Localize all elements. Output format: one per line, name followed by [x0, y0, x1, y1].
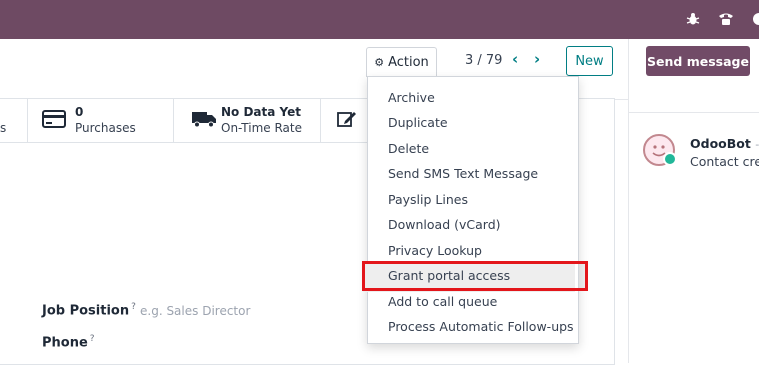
help-icon[interactable]: ?	[90, 334, 95, 344]
top-navbar	[0, 0, 759, 39]
menu-item-archive[interactable]: Archive	[388, 90, 435, 105]
online-status-icon	[663, 152, 677, 166]
truck-icon	[191, 110, 216, 128]
gear-icon: ⚙	[374, 56, 385, 69]
message-author: OdooBot - 2	[690, 136, 759, 151]
purchases-label: Purchases	[75, 121, 136, 135]
stat-label: s	[0, 121, 7, 135]
pager-value[interactable]: 3 / 79	[465, 53, 502, 68]
menu-item-delete[interactable]: Delete	[388, 141, 429, 156]
menu-item-grant-portal-access[interactable]: Grant portal access	[388, 268, 510, 283]
menu-item-send-sms[interactable]: Send SMS Text Message	[388, 166, 538, 181]
on-time-rate-value: No Data Yet	[221, 105, 301, 119]
menu-item-download-vcard[interactable]: Download (vCard)	[388, 217, 501, 232]
menu-item-duplicate[interactable]: Duplicate	[388, 115, 448, 130]
job-position-input[interactable]: e.g. Sales Director	[140, 304, 250, 318]
action-label: Action	[388, 55, 429, 70]
avatar[interactable]	[643, 134, 677, 166]
stat-button-edit[interactable]	[321, 98, 367, 143]
stat-button-partial[interactable]: s	[0, 98, 28, 143]
action-dropdown-menu: Archive Duplicate Delete Send SMS Text M…	[363, 76, 579, 344]
message-body: Contact crea	[690, 154, 759, 169]
job-position-label: Job Position?	[42, 302, 136, 318]
chat-icon[interactable]	[748, 10, 759, 28]
help-icon[interactable]: ?	[131, 302, 136, 312]
menu-item-process-follow-ups[interactable]: Process Automatic Follow-ups	[388, 319, 574, 334]
previous-record-icon[interactable]: ‹	[512, 50, 518, 68]
on-time-rate-label: On-Time Rate	[221, 121, 302, 135]
bug-icon[interactable]	[684, 10, 702, 28]
chatter-panel	[628, 39, 759, 363]
menu-item-privacy-lookup[interactable]: Privacy Lookup	[388, 243, 482, 258]
stat-button-purchases[interactable]: 0 Purchases	[28, 98, 174, 143]
new-button[interactable]: New	[566, 46, 613, 76]
menu-item-payslip-lines[interactable]: Payslip Lines	[388, 192, 468, 207]
phone-label-text: Phone	[42, 335, 88, 351]
stat-button-on-time-rate[interactable]: No Data Yet On-Time Rate	[174, 98, 321, 143]
phone-label: Phone?	[42, 334, 95, 350]
phone-icon[interactable]	[717, 10, 735, 28]
edit-icon	[337, 110, 361, 128]
next-record-icon[interactable]: ›	[534, 50, 540, 68]
message-date: - 2	[755, 138, 759, 151]
chatter-divider	[629, 112, 759, 113]
credit-card-icon	[42, 110, 66, 128]
menu-item-add-to-call-queue[interactable]: Add to call queue	[388, 294, 497, 309]
send-message-button[interactable]: Send message	[646, 46, 750, 76]
author-name: OdooBot	[690, 136, 751, 151]
action-button[interactable]: ⚙ Action	[366, 47, 437, 77]
job-position-label-text: Job Position	[42, 303, 130, 319]
purchases-count: 0	[75, 105, 84, 119]
